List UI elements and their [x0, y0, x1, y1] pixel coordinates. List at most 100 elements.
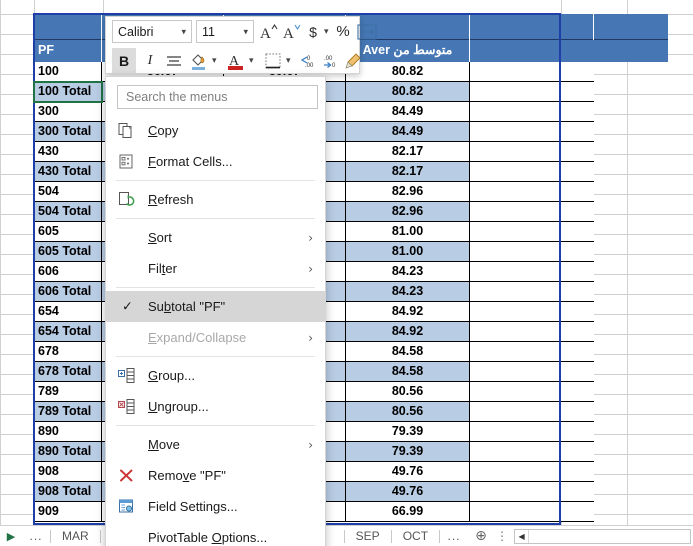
mini-formatting-toolbar[interactable]: Calibri ▾ 11 ▾ A A $ ▾ % B I ▾ A ▾ ▾ 0 .…	[105, 16, 377, 74]
menu-item-format-cells[interactable]: Format Cells...	[106, 146, 325, 177]
pivot-row-label[interactable]: 789	[34, 382, 102, 402]
pivot-empty-cell[interactable]	[470, 262, 594, 282]
pivot-value-cell[interactable]: 81.00	[346, 242, 470, 262]
pivot-empty-cell[interactable]	[470, 442, 594, 462]
pivot-value-cell[interactable]: 80.82	[346, 62, 470, 82]
pivot-value-cell[interactable]: 81.00	[346, 222, 470, 242]
pivot-empty-cell[interactable]	[470, 102, 594, 122]
menu-item-move[interactable]: Move ›	[106, 429, 325, 460]
scroll-left-icon[interactable]: ◀	[515, 529, 530, 543]
menu-item-subtotal-pf[interactable]: ✓ Subtotal "PF"	[106, 291, 325, 322]
format-painter-button[interactable]	[342, 48, 364, 73]
pivot-row-label[interactable]: 430	[34, 142, 102, 162]
menu-item-sort[interactable]: Sort ›	[106, 222, 325, 253]
align-button[interactable]	[163, 48, 185, 73]
pivot-empty-cell[interactable]	[470, 162, 594, 182]
pivot-row-label[interactable]: 890 Total	[34, 442, 102, 462]
pivot-value-cell[interactable]: 84.23	[346, 262, 470, 282]
grow-font-button[interactable]: A	[258, 19, 280, 44]
pivot-value-cell[interactable]: 84.58	[346, 362, 470, 382]
pivot-empty-cell[interactable]	[470, 362, 594, 382]
pivot-row-label[interactable]: 909	[34, 502, 102, 522]
font-color-button[interactable]: A	[224, 48, 248, 73]
menu-search-input[interactable]: Search the menus	[117, 85, 318, 109]
pivot-value-cell[interactable]: 84.92	[346, 302, 470, 322]
percent-style-button[interactable]: %	[334, 19, 352, 44]
pivot-row-label[interactable]: 678	[34, 342, 102, 362]
pivot-empty-cell[interactable]	[470, 502, 594, 522]
pivot-row-label[interactable]: 908 Total	[34, 482, 102, 502]
pivot-value-cell[interactable]: 82.96	[346, 202, 470, 222]
pivot-row-label[interactable]: 789 Total	[34, 402, 102, 422]
sheet-tab-overflow-icon[interactable]: ⋮	[494, 529, 510, 543]
pivot-empty-cell[interactable]	[470, 322, 594, 342]
pivot-row-label[interactable]: 100 Total	[34, 82, 102, 102]
sheet-tab-mar[interactable]: MAR	[51, 526, 100, 546]
pivot-value-cell[interactable]: 82.17	[346, 142, 470, 162]
chevron-down-icon[interactable]: ▾	[212, 55, 217, 66]
pivot-row-label[interactable]: 654	[34, 302, 102, 322]
pivot-value-cell[interactable]: 82.96	[346, 182, 470, 202]
sheet-tab-bar[interactable]: ▶ ... MAR SEP OCT ... ⊕ ⋮ ◀	[0, 525, 693, 546]
chevron-down-icon[interactable]: ▾	[324, 26, 329, 37]
pivot-row-label[interactable]: 430 Total	[34, 162, 102, 182]
pivot-empty-cell[interactable]	[470, 482, 594, 502]
font-name-combo[interactable]: Calibri ▾	[112, 20, 192, 43]
pivot-row-label[interactable]: 654 Total	[34, 322, 102, 342]
pivot-value-cell[interactable]: 80.82	[346, 82, 470, 102]
pivot-value-cell[interactable]: 84.92	[346, 322, 470, 342]
pivot-row-label[interactable]: 504	[34, 182, 102, 202]
pivot-value-cell[interactable]: 80.56	[346, 402, 470, 422]
pivot-row-label[interactable]: 300	[34, 102, 102, 122]
menu-item-ungroup[interactable]: Ungroup...	[106, 391, 325, 422]
pivot-row-label[interactable]: 504 Total	[34, 202, 102, 222]
pivot-empty-cell[interactable]	[470, 62, 594, 82]
sheet-nav-right-icon[interactable]: ▶	[0, 530, 22, 543]
menu-item-field-settings[interactable]: Field Settings...	[106, 491, 325, 522]
pivot-row-label[interactable]: 605	[34, 222, 102, 242]
fill-color-button[interactable]	[187, 48, 211, 73]
pivot-row-label[interactable]: 606 Total	[34, 282, 102, 302]
pivot-empty-cell[interactable]	[470, 142, 594, 162]
pivot-empty-cell[interactable]	[470, 182, 594, 202]
chevron-down-icon[interactable]: ▾	[286, 55, 291, 66]
sheet-tab-oct[interactable]: OCT	[392, 526, 439, 546]
pivot-empty-cell[interactable]	[470, 122, 594, 142]
pivot-empty-cell[interactable]	[470, 342, 594, 362]
pivot-value-cell[interactable]: 84.23	[346, 282, 470, 302]
bold-button[interactable]: B	[112, 48, 136, 73]
shrink-font-button[interactable]: A	[281, 19, 303, 44]
menu-item-refresh[interactable]: Refresh	[106, 184, 325, 215]
sheet-tab-sep[interactable]: SEP	[345, 526, 391, 546]
pivot-empty-cell[interactable]	[470, 382, 594, 402]
increase-decimal-button[interactable]: .00 0	[320, 48, 342, 73]
pivot-row-label[interactable]: 300 Total	[34, 122, 102, 142]
pivot-value-cell[interactable]: 66.99	[346, 502, 470, 522]
pivot-row-label[interactable]: 678 Total	[34, 362, 102, 382]
pivot-empty-cell[interactable]	[470, 242, 594, 262]
add-sheet-button[interactable]: ⊕	[468, 528, 494, 544]
sheet-tabs-right-ellipsis[interactable]: ...	[440, 529, 468, 543]
menu-item-remove-pf[interactable]: Remove "PF"	[106, 460, 325, 491]
pivot-empty-cell[interactable]	[470, 422, 594, 442]
pivot-value-cell[interactable]: 79.39	[346, 442, 470, 462]
pivot-value-cell[interactable]: 84.49	[346, 122, 470, 142]
sheet-tabs-left-ellipsis[interactable]: ...	[22, 529, 50, 543]
menu-item-group[interactable]: Group...	[106, 360, 325, 391]
pivot-empty-cell[interactable]	[470, 462, 594, 482]
pivot-row-label[interactable]: 606	[34, 262, 102, 282]
pivot-value-cell[interactable]: 79.39	[346, 422, 470, 442]
pivot-row-label[interactable]: 605 Total	[34, 242, 102, 262]
pivot-empty-cell[interactable]	[470, 402, 594, 422]
pivot-value-cell[interactable]: 49.76	[346, 482, 470, 502]
pivot-empty-cell[interactable]	[470, 202, 594, 222]
pivot-row-label[interactable]: 890	[34, 422, 102, 442]
menu-item-filter[interactable]: Filter ›	[106, 253, 325, 284]
pivot-row-label[interactable]: 908	[34, 462, 102, 482]
pivot-empty-cell[interactable]	[470, 222, 594, 242]
pivot-empty-cell[interactable]	[470, 82, 594, 102]
pivot-row-field-header[interactable]: PF	[34, 40, 102, 62]
pivot-empty-cell[interactable]	[470, 282, 594, 302]
font-size-combo[interactable]: 11 ▾	[196, 20, 254, 43]
pivot-empty-cell[interactable]	[470, 302, 594, 322]
